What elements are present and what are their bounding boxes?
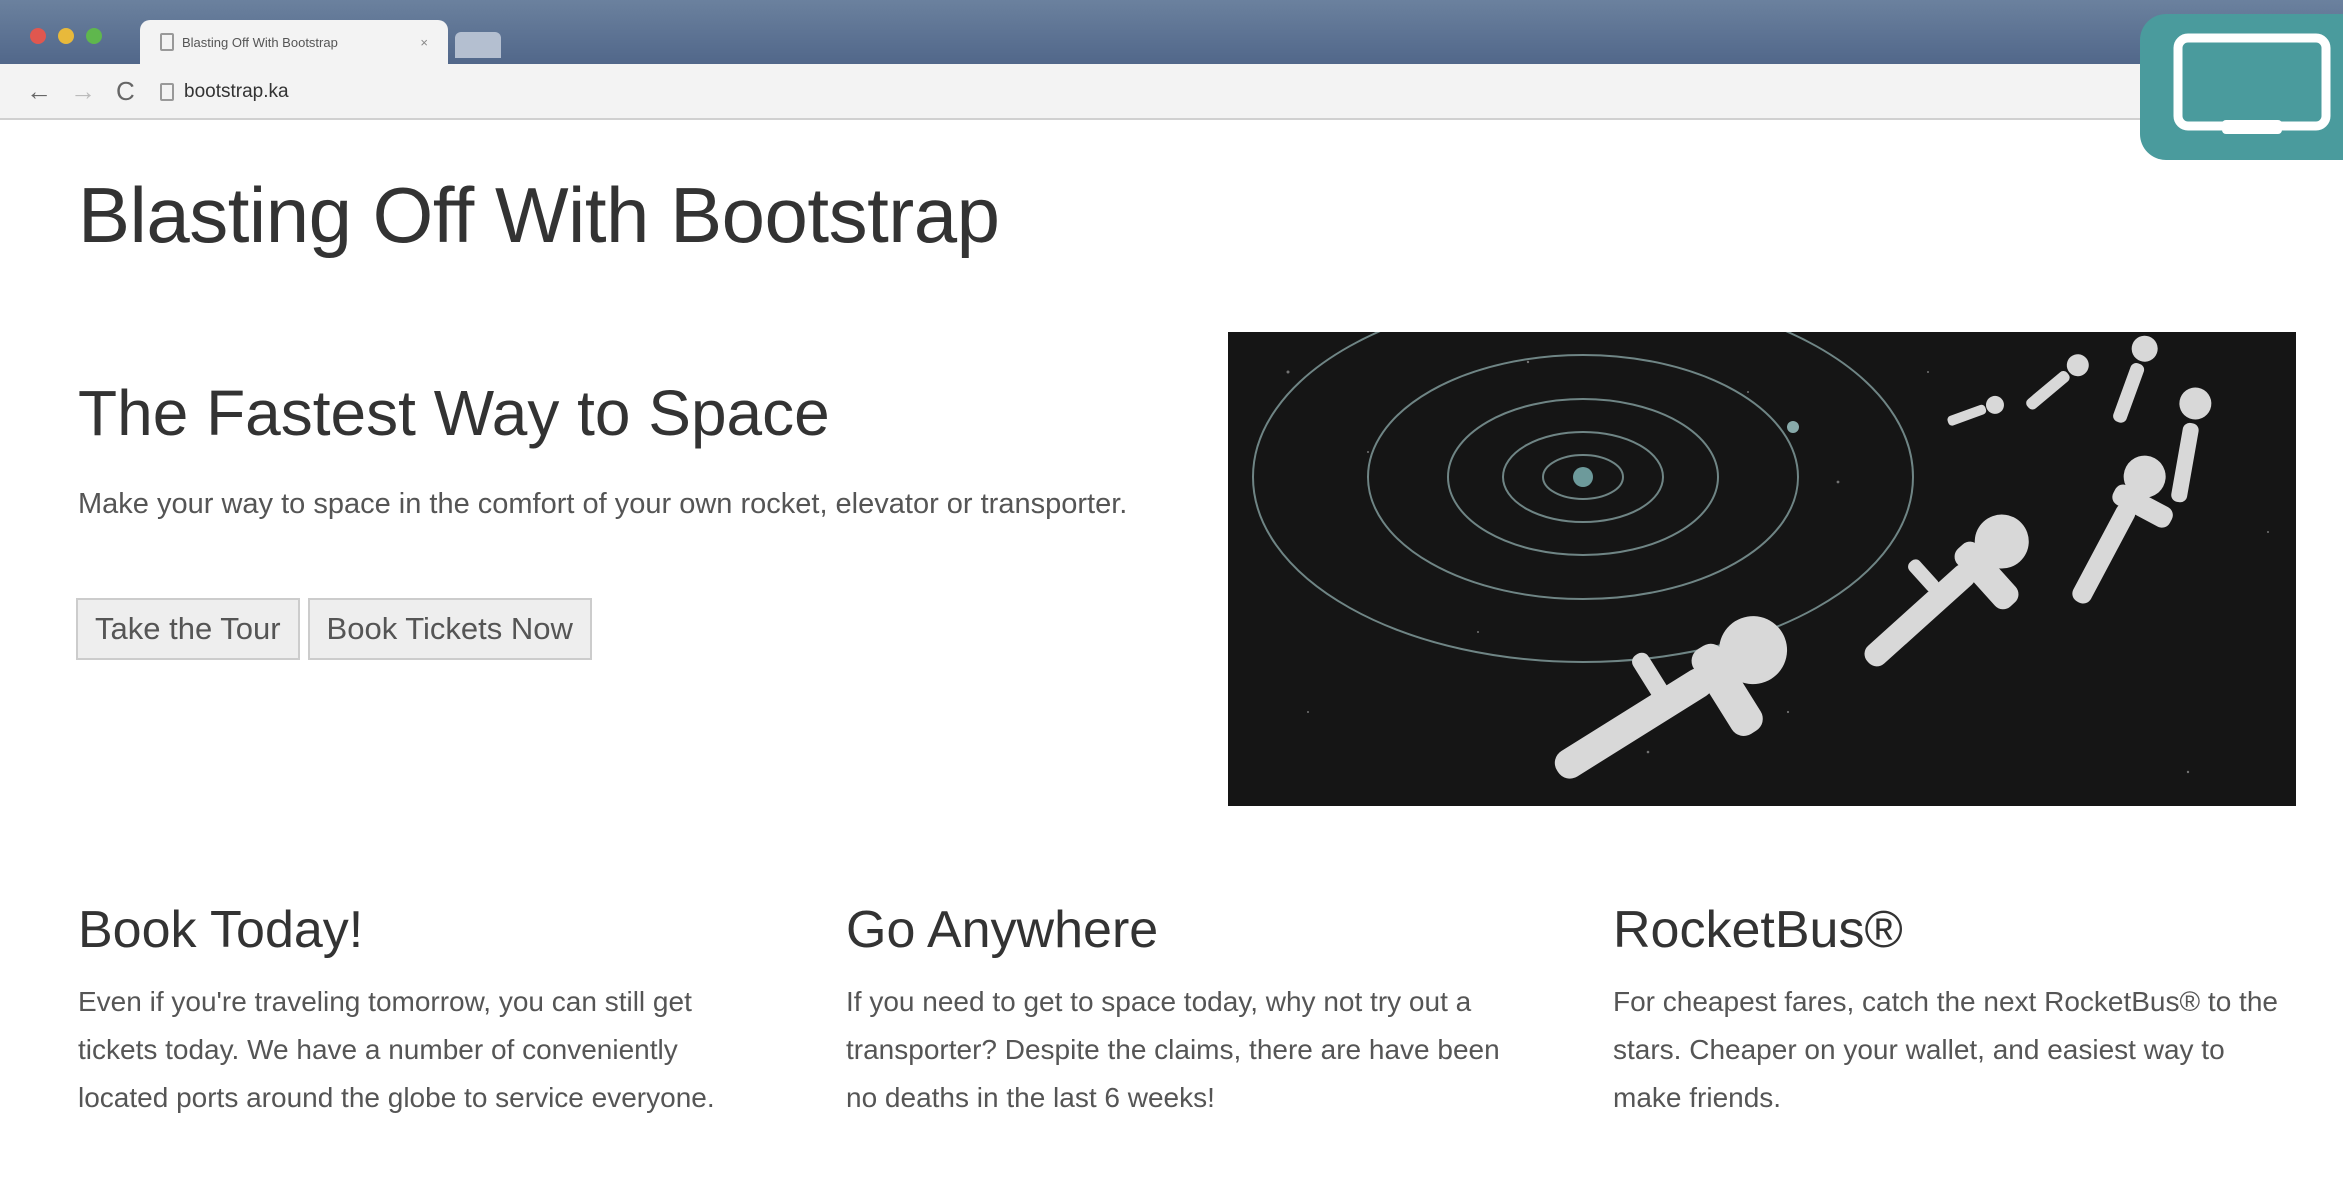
browser-window: Blasting Off With Bootstrap × ← → C boot… [0, 0, 2343, 1185]
column-text: Even if you're traveling tomorrow, you c… [78, 986, 715, 1113]
url-text: bootstrap.ka [184, 81, 289, 102]
browser-tab[interactable]: Blasting Off With Bootstrap × [140, 20, 448, 64]
minimize-window-button[interactable] [58, 28, 74, 44]
column-text: If you need to get to space today, why n… [846, 986, 1500, 1113]
laptop-badge [2140, 14, 2343, 160]
column-heading: Book Today! [78, 901, 364, 959]
back-button[interactable]: ← [26, 76, 52, 106]
close-window-button[interactable] [30, 28, 46, 44]
hero-image [1228, 332, 2296, 806]
page-icon [160, 83, 174, 101]
take-the-tour-button[interactable]: Take the Tour [76, 598, 300, 660]
column-heading: Go Anywhere [846, 901, 1159, 959]
column-heading: RocketBus® [1613, 901, 1903, 959]
feature-column-book-today: Book Today! Even if you're traveling tom… [78, 900, 778, 1122]
hero-button-group: Take the Tour Book Tickets Now [76, 598, 592, 660]
feature-column-go-anywhere: Go Anywhere If you need to get to space … [846, 900, 1546, 1122]
hero-text: Make your way to space in the comfort of… [78, 488, 1128, 520]
forward-button[interactable]: → [70, 76, 96, 106]
address-bar[interactable]: bootstrap.ka [160, 76, 2180, 108]
maximize-window-button[interactable] [86, 28, 102, 44]
book-tickets-now-button[interactable]: Book Tickets Now [307, 598, 592, 660]
hero-heading: The Fastest Way to Space [78, 377, 830, 449]
reload-button[interactable]: C [116, 76, 135, 106]
new-tab-button[interactable] [455, 32, 501, 58]
page-content: Blasting Off With Bootstrap The Fastest … [0, 122, 2343, 1185]
laptop-icon [2173, 33, 2331, 134]
tab-close-icon[interactable]: × [420, 35, 428, 50]
feature-column-rocketbus: RocketBus® For cheapest fares, catch the… [1613, 900, 2313, 1122]
column-text: For cheapest fares, catch the next Rocke… [1613, 986, 2278, 1113]
browser-toolbar: ← → C bootstrap.ka [0, 64, 2343, 120]
page-icon [160, 33, 174, 51]
astronauts-illustration [1252, 332, 2269, 779]
page-title: Blasting Off With Bootstrap [78, 171, 1000, 259]
tab-title: Blasting Off With Bootstrap [182, 34, 338, 50]
tab-bar: Blasting Off With Bootstrap × [0, 0, 2343, 64]
